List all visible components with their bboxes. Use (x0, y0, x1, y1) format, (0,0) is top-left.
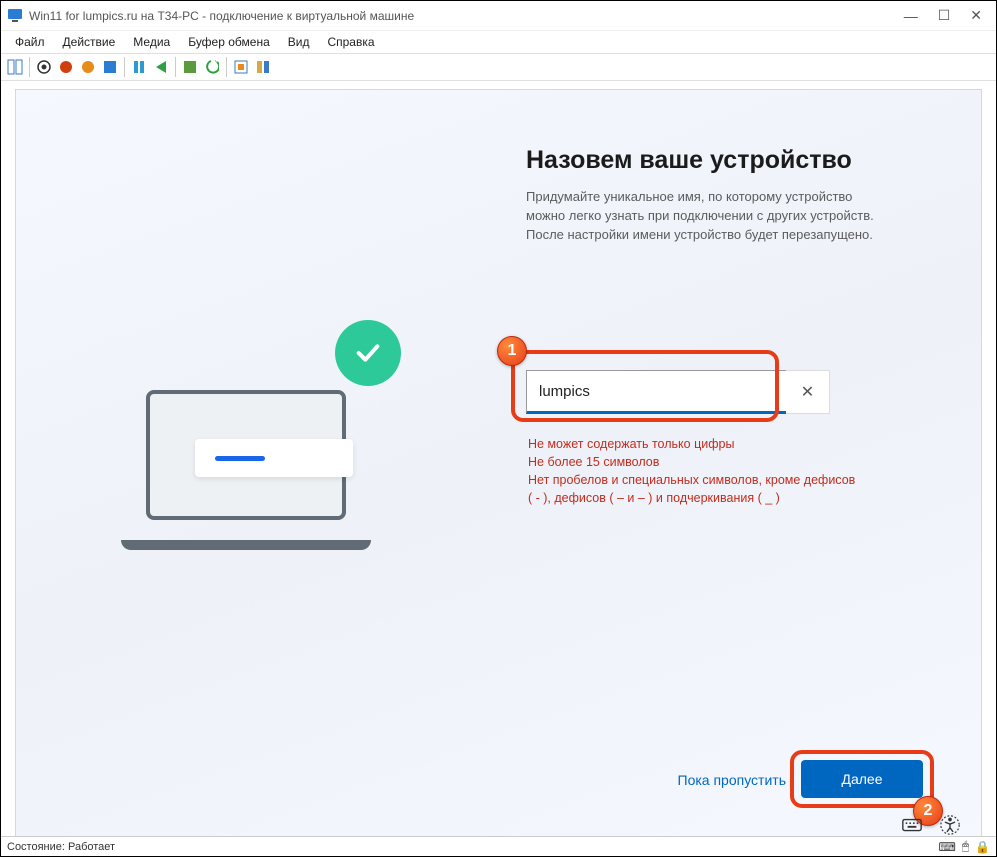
clear-input-button[interactable]: ✕ (786, 370, 830, 414)
menu-media[interactable]: Медиа (125, 33, 178, 51)
callout-1-badge: 1 (497, 336, 527, 366)
cad-icon[interactable] (5, 57, 25, 77)
oobe-screen: Назовем ваше устройство Придумайте уника… (16, 90, 981, 846)
accessibility-icon[interactable] (939, 814, 961, 836)
validation-line-1: Не может содержать только цифры (528, 435, 858, 453)
turnoff-icon[interactable] (56, 57, 76, 77)
start-icon[interactable] (34, 57, 54, 77)
close-button[interactable]: ✕ (970, 7, 982, 24)
titlebar: Win11 for lumpics.ru на T34-PC - подключ… (1, 1, 996, 31)
window-title: Win11 for lumpics.ru на T34-PC - подключ… (29, 9, 904, 23)
menu-action[interactable]: Действие (55, 33, 124, 51)
pause-icon[interactable] (129, 57, 149, 77)
app-icon (7, 8, 23, 24)
minimize-button[interactable]: — (904, 8, 918, 24)
validation-rules: Не может содержать только цифры Не более… (528, 435, 858, 508)
next-button[interactable]: Далее (801, 760, 923, 798)
skip-button[interactable]: Пока пропустить (678, 772, 786, 788)
enhanced-icon[interactable] (231, 57, 251, 77)
statusbar: Состояние: Работает ⌨ 🖱 🔒 (1, 836, 996, 856)
validation-line-3: Нет пробелов и специальных символов, кро… (528, 471, 858, 507)
toolbar (1, 53, 996, 81)
maximize-button[interactable]: ☐ (938, 7, 951, 24)
checkmark-icon (335, 320, 401, 386)
page-description: Придумайте уникальное имя, по которому у… (526, 188, 886, 245)
checkpoint-icon[interactable] (180, 57, 200, 77)
menubar: Файл Действие Медиа Буфер обмена Вид Спр… (1, 31, 996, 53)
device-name-input-wrap[interactable] (526, 370, 826, 414)
revert-icon[interactable] (202, 57, 222, 77)
menu-file[interactable]: Файл (7, 33, 53, 51)
status-mouse-icon: 🖱 (962, 839, 969, 854)
validation-line-2: Не более 15 символов (528, 453, 858, 471)
vm-display: Назовем ваше устройство Придумайте уника… (15, 89, 982, 847)
menu-help[interactable]: Справка (319, 33, 382, 51)
device-name-input[interactable] (539, 383, 813, 400)
reset-icon[interactable] (151, 57, 171, 77)
status-lock-icon: 🔒 (975, 840, 990, 854)
page-heading: Назовем ваше устройство (526, 146, 852, 175)
share-icon[interactable] (253, 57, 273, 77)
menu-clipboard[interactable]: Буфер обмена (180, 33, 278, 51)
menu-view[interactable]: Вид (280, 33, 318, 51)
keyboard-icon[interactable] (901, 814, 923, 836)
status-text: Состояние: Работает (7, 841, 115, 853)
shutdown-icon[interactable] (78, 57, 98, 77)
status-keyboard-icon: ⌨ (939, 840, 956, 854)
save-icon[interactable] (100, 57, 120, 77)
device-illustration (121, 350, 381, 550)
